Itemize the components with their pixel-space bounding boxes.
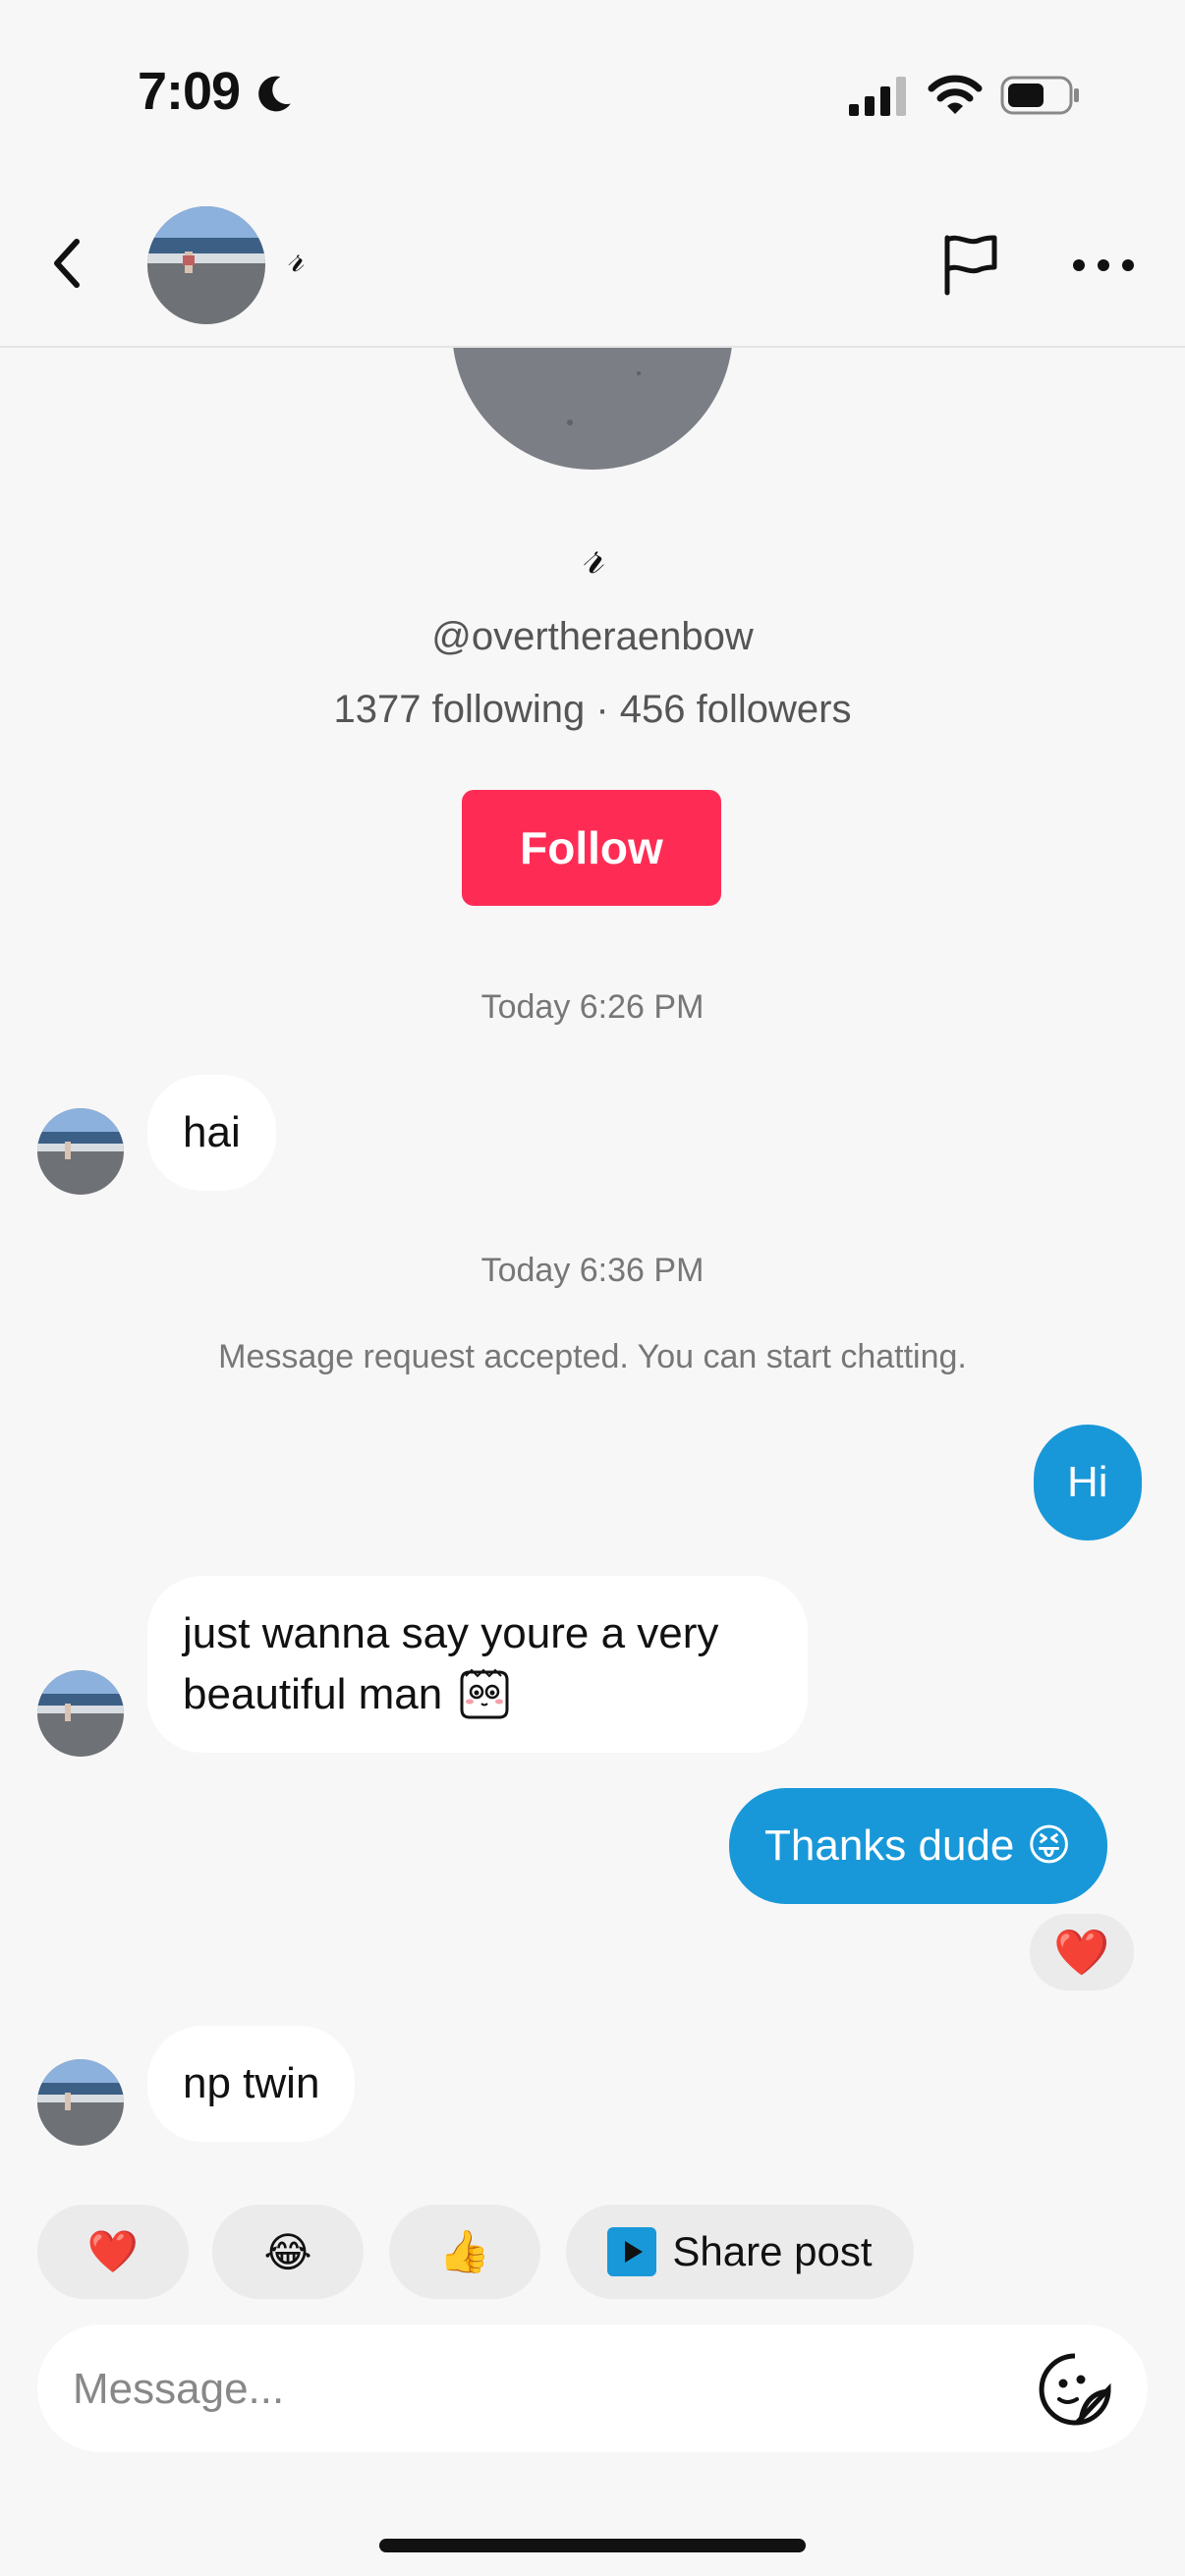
reaction-badge[interactable]: ❤️ bbox=[1026, 1910, 1138, 1994]
quick-reply-thumbs-up[interactable]: 👍 bbox=[389, 2205, 540, 2299]
heart-reaction: ❤️ bbox=[1053, 1926, 1110, 1978]
moon-icon bbox=[258, 76, 291, 112]
message-input[interactable] bbox=[73, 2360, 957, 2419]
back-arrow-icon[interactable] bbox=[37, 228, 96, 299]
header-avatar[interactable] bbox=[147, 206, 265, 324]
sticker-face-icon bbox=[460, 1668, 509, 1719]
message-bubble-incoming[interactable]: just wanna say youre a very beautiful ma… bbox=[147, 1576, 808, 1753]
header-display-name[interactable]: 𝓇 bbox=[287, 236, 304, 281]
heart-emoji: ❤️ bbox=[86, 2227, 140, 2274]
follow-button[interactable]: Follow bbox=[462, 790, 721, 906]
timestamp: Today 6:26 PM bbox=[480, 988, 705, 1026]
cellular-signal-icon bbox=[849, 77, 906, 116]
message-text: Hi bbox=[1067, 1458, 1108, 1506]
laughing-emoji: 😂 bbox=[263, 2228, 312, 2275]
profile-stats: 1377 following · 456 followers bbox=[333, 688, 852, 731]
home-indicator[interactable] bbox=[379, 2539, 806, 2552]
message-text: beautiful man bbox=[183, 1670, 443, 1718]
message-text: hai bbox=[183, 1108, 241, 1156]
message-bubble-incoming[interactable]: hai bbox=[147, 1075, 276, 1191]
quick-reply-laugh[interactable]: 😂 bbox=[212, 2205, 364, 2299]
sender-avatar[interactable] bbox=[37, 2059, 124, 2146]
play-video-icon bbox=[607, 2227, 657, 2276]
battery-icon bbox=[1000, 76, 1079, 115]
flag-icon[interactable] bbox=[935, 230, 1004, 299]
message-text: Thanks dude 😝 bbox=[764, 1821, 1072, 1870]
profile-handle: @overtheraenbow bbox=[431, 615, 754, 658]
message-text: just wanna say youre a very bbox=[183, 1609, 719, 1657]
status-time: 7:09 bbox=[138, 62, 241, 121]
share-post-label: Share post bbox=[672, 2228, 873, 2274]
thumbs-up-emoji: 👍 bbox=[438, 2227, 491, 2274]
system-notice: Message request accepted. You can start … bbox=[218, 1338, 967, 1375]
wifi-icon bbox=[928, 75, 983, 114]
timestamp: Today 6:36 PM bbox=[480, 1252, 705, 1289]
share-post-button[interactable]: Share post bbox=[566, 2205, 914, 2299]
message-bubble-incoming[interactable]: np twin bbox=[147, 2026, 356, 2142]
message-bubble-outgoing[interactable]: Thanks dude 😝 bbox=[729, 1788, 1107, 1904]
sender-avatar[interactable] bbox=[37, 1670, 124, 1757]
sender-avatar[interactable] bbox=[37, 1108, 124, 1195]
quick-reply-heart[interactable]: ❤️ bbox=[37, 2205, 189, 2299]
profile-display-name: 𝓇 bbox=[582, 527, 603, 586]
message-bubble-outgoing[interactable]: Hi bbox=[1034, 1425, 1142, 1540]
sticker-icon[interactable] bbox=[1038, 2352, 1112, 2427]
more-dots-icon[interactable] bbox=[1067, 240, 1140, 291]
message-text: np twin bbox=[183, 2059, 320, 2107]
